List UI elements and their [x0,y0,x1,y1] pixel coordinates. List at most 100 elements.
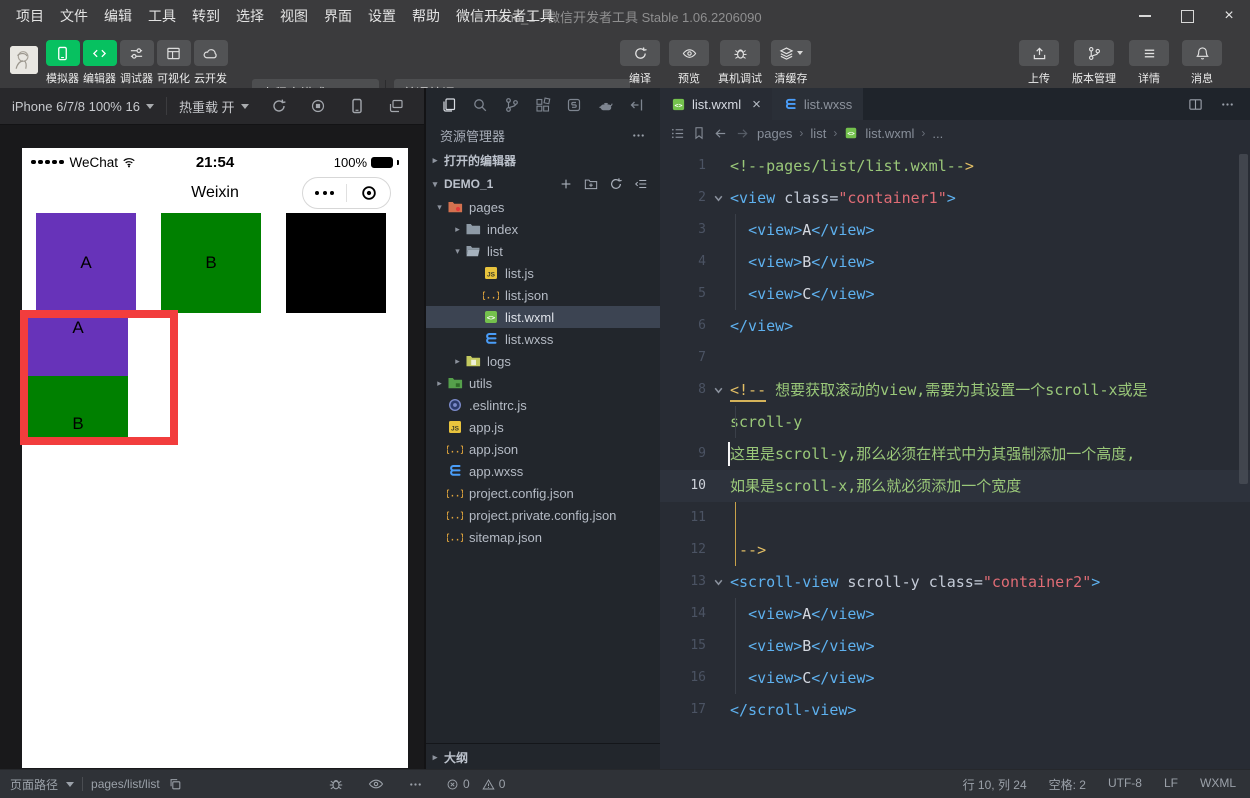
code-line[interactable]: scroll-y [660,406,1250,438]
menu-item[interactable]: 界面 [316,0,360,32]
tree-item-utils[interactable]: ▸utils [426,372,660,394]
tree-item-index[interactable]: ▸index [426,218,660,240]
详情-button[interactable]: 详情 [1129,40,1169,86]
编辑器-button[interactable]: 编辑器 [81,40,118,86]
problems-indicator[interactable]: 0 0 [446,777,505,791]
split-editor-icon[interactable] [1188,97,1203,112]
fold-chevron-icon[interactable] [706,182,730,214]
code-line[interactable]: 17</scroll-view> [660,694,1250,726]
code-line[interactable]: 16 <view>C</view> [660,662,1250,694]
page-path-select[interactable]: 页面路径 [10,776,58,793]
menu-item[interactable]: 选择 [228,0,272,32]
search-icon[interactable] [472,97,488,113]
encoding[interactable]: UTF-8 [1108,776,1142,793]
code-line[interactable]: 4 <view>B</view> [660,246,1250,278]
code-line[interactable]: 1<!--pages/list/list.wxml--> [660,150,1250,182]
menu-item[interactable]: 视图 [272,0,316,32]
widgets-icon[interactable] [566,97,582,113]
breadcrumb-item[interactable]: ... [932,126,943,141]
code-line[interactable]: 10如果是scroll-x,那么就必须添加一个宽度 [660,470,1250,502]
menu-item[interactable]: 帮助 [404,0,448,32]
tree-item-list[interactable]: ▾list [426,240,660,262]
breadcrumb-item[interactable]: pages [757,126,792,141]
navigate-back-icon[interactable] [713,126,728,141]
detach-window-icon[interactable] [388,98,404,114]
tree-item-list.wxml[interactable]: <>list.wxml [426,306,660,328]
outline-section[interactable]: ▸ 大纲 [426,743,660,770]
maximize-button[interactable] [1166,0,1208,32]
avatar[interactable] [10,46,38,74]
编译-button[interactable]: 编译 [620,40,660,86]
tab-list.wxss[interactable]: list.wxss [772,88,864,120]
menu-item[interactable]: 转到 [184,0,228,32]
project-section[interactable]: ▾ DEMO_1 [426,172,660,196]
cursor-position[interactable]: 行 10, 列 24 [963,776,1027,793]
extensions-icon[interactable] [535,97,551,113]
code-line[interactable]: 7 [660,342,1250,374]
editor-scrollbar[interactable] [1239,154,1248,484]
code-line[interactable]: 12 --> [660,534,1250,566]
云开发-button[interactable]: 云开发 [192,40,229,86]
tree-item-app.json[interactable]: {..}app.json [426,438,660,460]
bookmark-icon[interactable] [692,126,706,140]
new-folder-icon[interactable] [584,177,598,191]
phone-preview[interactable]: WeChat 21:54 100% Weixin AB AB [22,148,408,768]
code-line[interactable]: 3 <view>A</view> [660,214,1250,246]
mock-icon[interactable] [598,97,614,113]
menu-item[interactable]: 微信开发者工具 [448,0,562,32]
view-box[interactable]: B [161,213,261,313]
menu-item[interactable]: 编辑 [96,0,140,32]
files-icon[interactable] [441,97,457,113]
language-mode[interactable]: WXML [1200,776,1236,793]
code-line[interactable]: 5 <view>C</view> [660,278,1250,310]
navigate-forward-icon[interactable] [735,126,750,141]
more-icon[interactable] [303,191,346,195]
tree-item-list.json[interactable]: {..}list.json [426,284,660,306]
menu-item[interactable]: 设置 [360,0,404,32]
menu-item[interactable]: 文件 [52,0,96,32]
code-line[interactable]: 8<!-- 想要获取滚动的view,需要为其设置一个scroll-x或是 [660,374,1250,406]
collapse-folders-icon[interactable] [634,177,648,191]
调试器-button[interactable]: 调试器 [118,40,155,86]
capsule-button[interactable] [302,177,391,209]
tree-item-list.wxss[interactable]: list.wxss [426,328,660,350]
fold-chevron-icon[interactable] [706,566,730,598]
eol[interactable]: LF [1164,776,1178,793]
tree-item-app.wxss[interactable]: app.wxss [426,460,660,482]
view-box[interactable]: A [36,213,136,313]
tree-item-.eslintrc.js[interactable]: .eslintrc.js [426,394,660,416]
exit-target-icon[interactable] [347,184,390,202]
code-line[interactable]: 6</view> [660,310,1250,342]
tree-item-logs[interactable]: ▸logs [426,350,660,372]
minimize-button[interactable] [1124,0,1166,32]
more-icon[interactable] [408,777,423,792]
source-control-icon[interactable] [504,97,520,113]
collapse-panel-icon[interactable] [629,97,645,113]
close-tab-icon[interactable]: × [752,97,761,112]
device-select[interactable]: iPhone 6/7/8 100% 16 [12,99,140,114]
上传-button[interactable]: 上传 [1019,40,1059,86]
code-line[interactable]: 15 <view>B</view> [660,630,1250,662]
tree-item-pages[interactable]: ▾pages [426,196,660,218]
code-area[interactable]: 1<!--pages/list/list.wxml-->2<view class… [660,146,1250,770]
code-line[interactable]: 11 [660,502,1250,534]
tree-item-app.js[interactable]: JSapp.js [426,416,660,438]
tree-item-list.js[interactable]: JSlist.js [426,262,660,284]
真机调试-button[interactable]: 真机调试 [718,40,762,86]
outline-list-icon[interactable] [670,126,685,141]
预览-button[interactable]: 预览 [669,40,709,86]
code-line[interactable]: 13<scroll-view scroll-y class="container… [660,566,1250,598]
清缓存-button[interactable]: 清缓存 [771,40,811,86]
menu-item[interactable]: 工具 [140,0,184,32]
tree-item-sitemap.json[interactable]: {..}sitemap.json [426,526,660,548]
refresh-simulator-icon[interactable] [271,98,287,114]
tree-item-project.config.json[interactable]: {..}project.config.json [426,482,660,504]
code-line[interactable]: 2<view class="container1"> [660,182,1250,214]
view-box[interactable] [286,213,386,313]
close-button[interactable]: × [1208,0,1250,32]
more-actions-icon[interactable] [1220,97,1235,112]
open-editors-section[interactable]: ▸ 打开的编辑器 [426,148,660,172]
模拟器-button[interactable]: 模拟器 [44,40,81,86]
preview-eye-icon[interactable] [368,776,384,792]
code-line[interactable]: 9这里是scroll-y,那么必须在样式中为其强制添加一个高度, [660,438,1250,470]
